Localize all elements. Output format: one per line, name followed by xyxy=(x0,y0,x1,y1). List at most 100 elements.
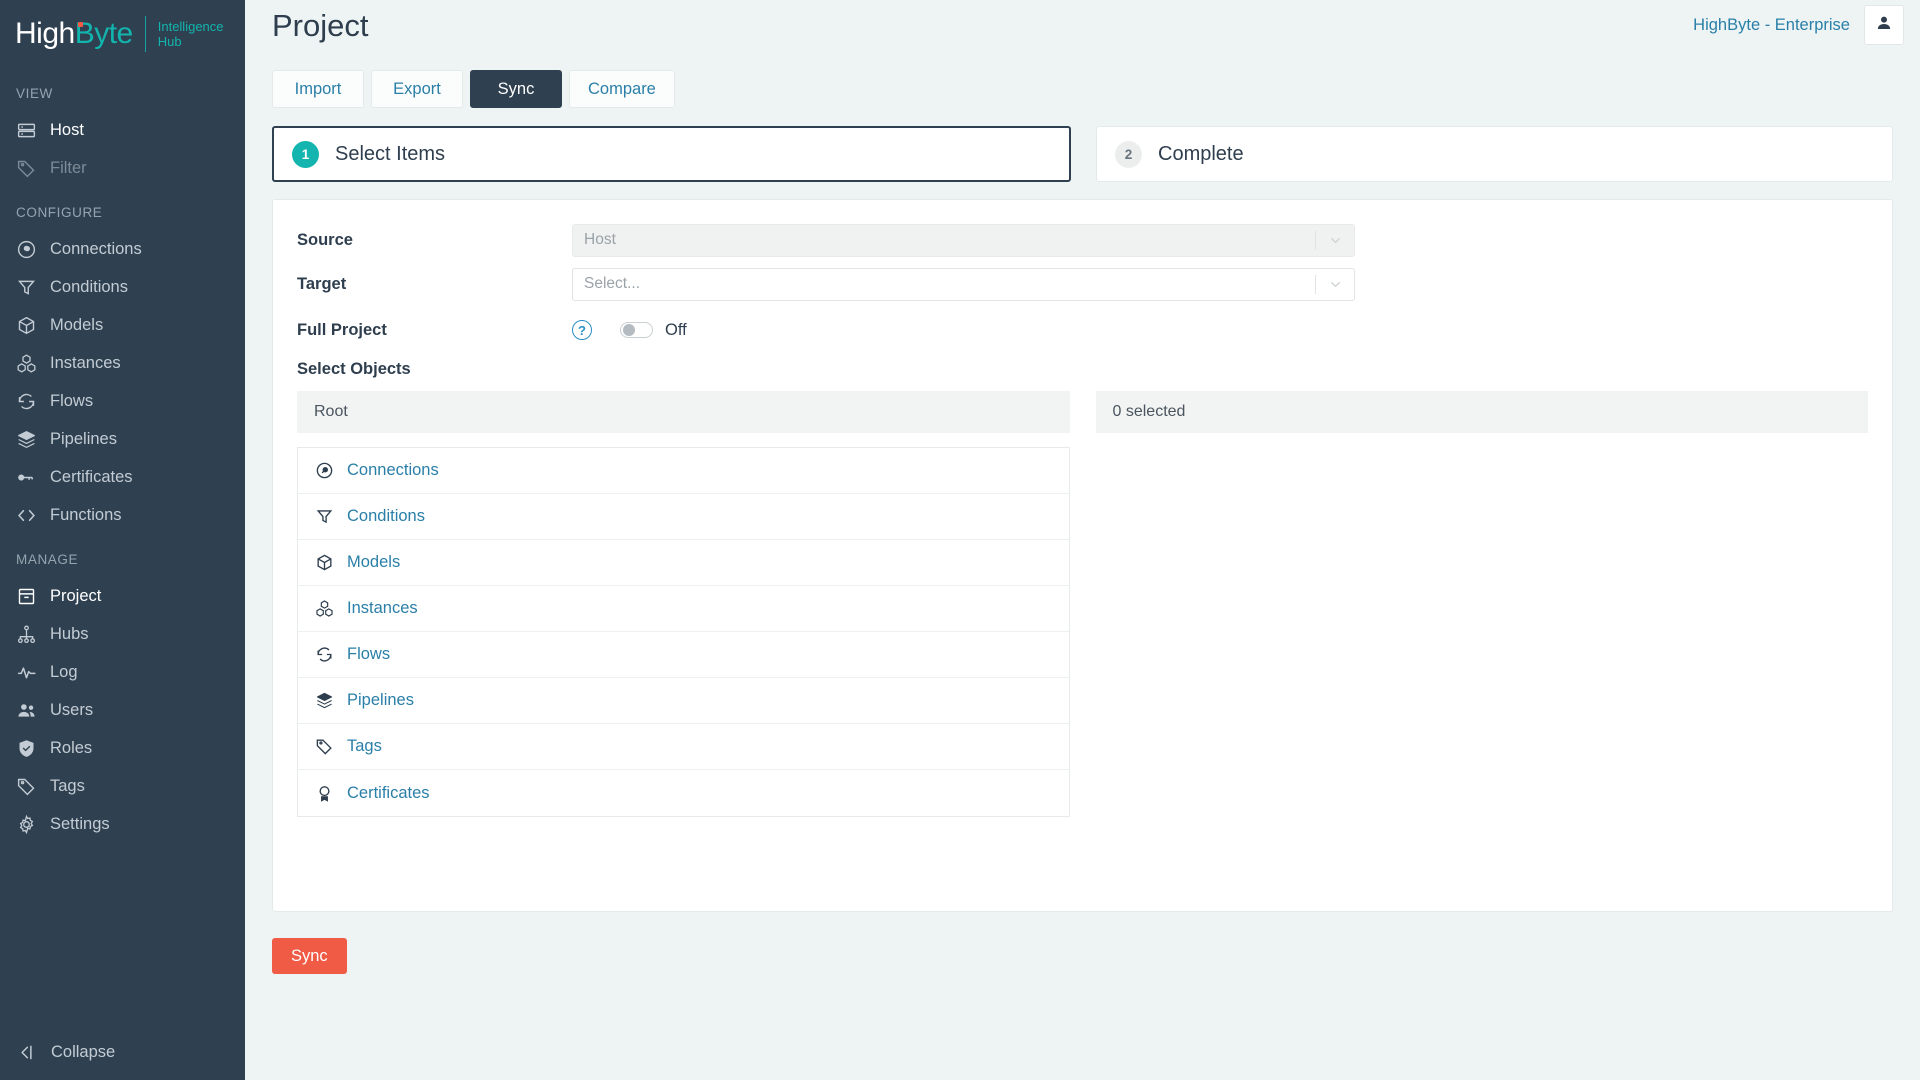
tab-sync[interactable]: Sync xyxy=(470,70,562,108)
sidebar-item-roles[interactable]: Roles xyxy=(0,729,245,767)
target-select[interactable]: Select... xyxy=(572,267,1355,301)
sidebar: HighByte Intelligence Hub VIEW Host Filt… xyxy=(0,0,245,1080)
tree-item-connections[interactable]: Connections xyxy=(298,448,1069,494)
sidebar-item-log[interactable]: Log xyxy=(0,653,245,691)
collapse-arrow-icon xyxy=(16,1042,37,1063)
full-project-label: Full Project xyxy=(297,320,387,339)
logo-tagline-line1: Intelligence xyxy=(157,19,224,34)
key-icon xyxy=(16,467,37,488)
user-icon xyxy=(1875,14,1893,37)
available-header: Root xyxy=(297,391,1070,433)
sidebar-item-log-label: Log xyxy=(50,662,78,681)
sidebar-item-functions[interactable]: Functions xyxy=(0,496,245,534)
tree-item-tags-label: Tags xyxy=(347,737,382,755)
full-project-toggle[interactable] xyxy=(620,322,653,338)
user-menu-button[interactable] xyxy=(1864,5,1904,45)
sidebar-item-conditions-label: Conditions xyxy=(50,277,128,296)
question-mark-icon[interactable]: ? xyxy=(572,320,592,340)
main-content: HighByte - Enterprise Project Import Exp… xyxy=(245,0,1920,1080)
refresh-icon xyxy=(16,391,37,412)
sidebar-item-connections[interactable]: Connections xyxy=(0,230,245,268)
sidebar-item-models-label: Models xyxy=(50,315,104,334)
selected-count-header: 0 selected xyxy=(1095,391,1868,433)
logo-byte-text: Byte xyxy=(74,17,134,50)
archive-box-icon xyxy=(16,586,37,607)
step-select-items[interactable]: 1 Select Items xyxy=(272,126,1071,182)
cube-icon xyxy=(315,553,334,572)
tag-icon xyxy=(16,776,37,797)
sidebar-item-host-label: Host xyxy=(50,120,84,139)
sidebar-item-settings[interactable]: Settings xyxy=(0,805,245,843)
logo-dot-icon xyxy=(78,22,83,27)
sidebar-item-filter-label: Filter xyxy=(50,158,87,177)
sync-form-panel: Source Host Target Select... Full Projec… xyxy=(272,199,1893,912)
sidebar-item-users-label: Users xyxy=(50,700,94,719)
tab-bar: Import Export Sync Compare xyxy=(245,50,1920,108)
sidebar-item-pipelines-label: Pipelines xyxy=(50,429,117,448)
logo-wordmark: HighByte xyxy=(15,17,133,51)
logo-tagline-line2: Hub xyxy=(157,34,182,49)
tree-item-flows-label: Flows xyxy=(347,645,391,663)
actions-bar: Sync xyxy=(272,938,1893,974)
tree-item-flows[interactable]: Flows xyxy=(298,632,1069,678)
tree-item-tags[interactable]: Tags xyxy=(298,724,1069,770)
sidebar-item-models[interactable]: Models xyxy=(0,306,245,344)
cube-icon xyxy=(16,315,37,336)
tree-item-models-label: Models xyxy=(347,553,401,571)
gear-icon xyxy=(16,814,37,835)
sidebar-item-instances[interactable]: Instances xyxy=(0,344,245,382)
source-row: Source Host xyxy=(297,218,1868,262)
tree-item-pipelines[interactable]: Pipelines xyxy=(298,678,1069,724)
sidebar-section-manage: MANAGE xyxy=(16,552,79,567)
sidebar-item-filter[interactable]: Filter xyxy=(0,149,245,187)
sidebar-item-flows-label: Flows xyxy=(50,391,94,410)
tab-export[interactable]: Export xyxy=(371,70,463,108)
step-complete[interactable]: 2 Complete xyxy=(1096,126,1893,182)
selected-column: 0 selected xyxy=(1095,391,1868,885)
pulse-icon xyxy=(16,662,37,683)
org-name: HighByte - Enterprise xyxy=(1693,15,1850,34)
sync-button[interactable]: Sync xyxy=(272,938,347,974)
tree-item-conditions[interactable]: Conditions xyxy=(298,494,1069,540)
sidebar-item-project[interactable]: Project xyxy=(0,577,245,615)
cubes-icon xyxy=(16,353,37,374)
sidebar-item-tags[interactable]: Tags xyxy=(0,767,245,805)
source-select[interactable]: Host xyxy=(572,223,1355,257)
sidebar-item-users[interactable]: Users xyxy=(0,691,245,729)
tree-item-instances-label: Instances xyxy=(347,599,418,617)
source-label: Source xyxy=(297,230,353,249)
step-indicator: 1 Select Items 2 Complete xyxy=(245,108,1920,182)
sidebar-item-project-label: Project xyxy=(50,586,102,605)
tree-item-certificates[interactable]: Certificates xyxy=(298,770,1069,816)
dual-list: Root Connections Conditions Models Insta… xyxy=(297,391,1868,885)
step-2-badge: 2 xyxy=(1115,140,1142,168)
sidebar-item-instances-label: Instances xyxy=(50,353,121,372)
full-project-row: Full Project ? Off xyxy=(297,306,1868,354)
sidebar-collapse-button[interactable]: Collapse xyxy=(0,1024,245,1080)
server-icon xyxy=(16,120,37,141)
sidebar-item-connections-label: Connections xyxy=(50,239,142,258)
tree-item-models[interactable]: Models xyxy=(298,540,1069,586)
sidebar-item-hubs[interactable]: Hubs xyxy=(0,615,245,653)
sidebar-section-configure: CONFIGURE xyxy=(16,205,103,220)
tree-item-instances[interactable]: Instances xyxy=(298,586,1069,632)
sidebar-item-pipelines[interactable]: Pipelines xyxy=(0,420,245,458)
topbar: HighByte - Enterprise xyxy=(245,0,1920,50)
tab-compare[interactable]: Compare xyxy=(569,70,675,108)
tree-item-pipelines-label: Pipelines xyxy=(347,691,414,709)
app-root: HighByte Intelligence Hub VIEW Host Filt… xyxy=(0,0,1920,1080)
tab-import[interactable]: Import xyxy=(272,70,364,108)
cubes-icon xyxy=(315,599,334,618)
sidebar-item-conditions[interactable]: Conditions xyxy=(0,268,245,306)
sidebar-item-tags-label: Tags xyxy=(50,776,85,795)
target-select-value: Select... xyxy=(584,275,640,292)
sidebar-item-certificates-label: Certificates xyxy=(50,467,133,486)
toggle-knob xyxy=(623,324,635,336)
sidebar-item-certificates[interactable]: Certificates xyxy=(0,458,245,496)
brand-logo[interactable]: HighByte Intelligence Hub xyxy=(0,0,245,68)
layers-icon xyxy=(16,429,37,450)
chevron-down-icon xyxy=(1316,233,1354,248)
step-2-label: Complete xyxy=(1158,142,1244,165)
sidebar-item-flows[interactable]: Flows xyxy=(0,382,245,420)
sidebar-item-host[interactable]: Host xyxy=(0,111,245,149)
